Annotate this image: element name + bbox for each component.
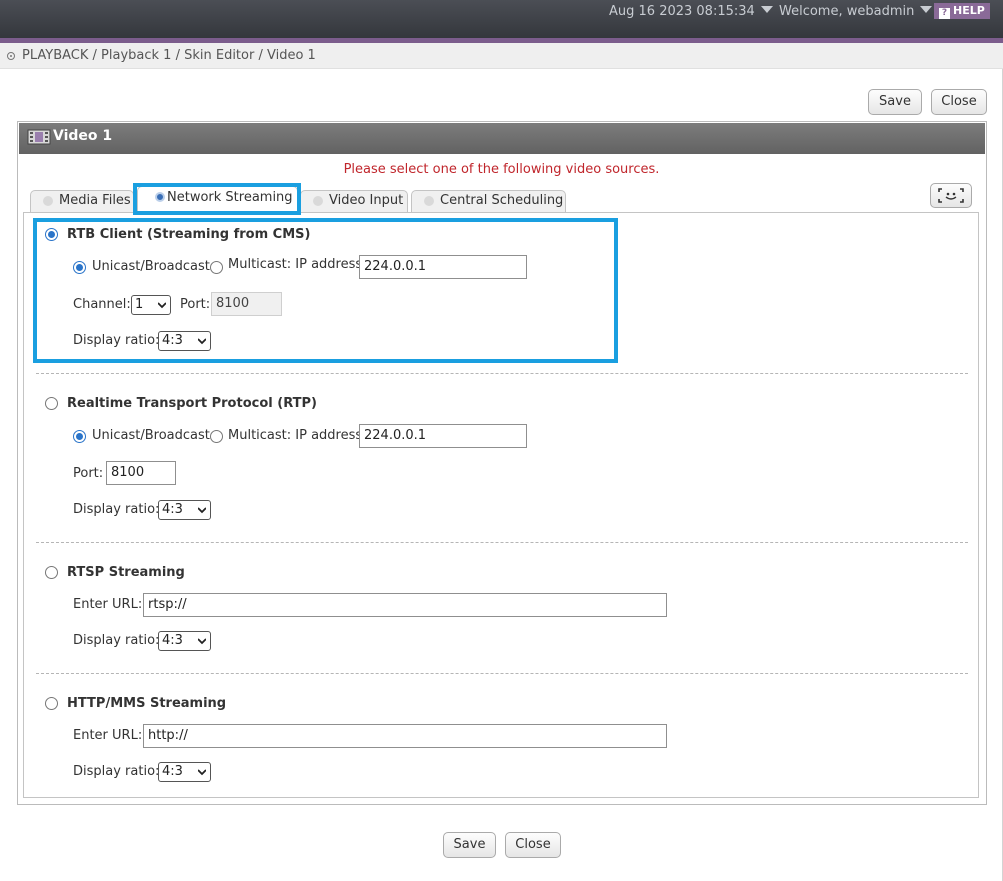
tab-baseline — [298, 212, 979, 213]
film-icon — [27, 129, 51, 145]
chevron-down-icon — [198, 507, 206, 514]
rtb-channel-value: 1 — [135, 297, 144, 312]
rtp-multicast-radio[interactable] — [210, 430, 223, 443]
rtsp-ratio-value: 4:3 — [162, 633, 183, 648]
rtb-display-ratio-label: Display ratio: — [73, 333, 160, 348]
radio-dot-icon — [313, 196, 323, 206]
http-ratio-value: 4:3 — [162, 764, 183, 779]
datetime-text: Aug 16 2023 08:15:34 — [609, 4, 755, 19]
welcome-text: Welcome, webadmin — [779, 4, 915, 19]
user-menu[interactable]: Welcome, webadmin — [779, 4, 933, 19]
rtsp-url-input[interactable]: rtsp:// — [143, 593, 667, 617]
radio-dot-icon — [155, 192, 165, 202]
rtb-port-input[interactable]: 8100 — [211, 292, 282, 316]
tab-label: Network Streaming — [167, 190, 293, 205]
question-icon: ? — [939, 8, 950, 19]
help-label: HELP — [953, 4, 985, 17]
datetime-menu[interactable]: Aug 16 2023 08:15:34 — [609, 4, 773, 19]
rtb-unicast-radio[interactable] — [73, 261, 86, 274]
chevron-down-icon — [920, 6, 933, 13]
breadcrumb: PLAYBACK / Playback 1 / Skin Editor / Vi… — [22, 48, 316, 63]
section-divider — [36, 542, 968, 543]
rtsp-display-ratio-select[interactable]: 4:3 — [158, 631, 211, 651]
rtb-client-radio[interactable] — [45, 228, 58, 241]
tab-network-streaming[interactable]: Network Streaming — [137, 186, 298, 213]
rtb-ip-address-input[interactable]: 224.0.0.1 — [359, 255, 527, 279]
fullscreen-button[interactable] — [930, 183, 972, 208]
http-url-label: Enter URL: — [73, 728, 143, 743]
rtp-ip-address-input[interactable]: 224.0.0.1 — [359, 424, 527, 448]
save-button-bottom[interactable]: Save — [443, 832, 496, 858]
http-display-ratio-select[interactable]: 4:3 — [158, 762, 211, 782]
tab-baseline — [23, 212, 137, 213]
rtb-multicast-radio[interactable] — [210, 261, 223, 274]
http-display-ratio-label: Display ratio: — [73, 764, 160, 779]
rtp-port-label: Port: — [73, 466, 104, 481]
tab-label: Central Scheduling — [440, 193, 564, 208]
radio-dot-icon — [43, 196, 53, 206]
tab-media-files[interactable]: Media Files — [30, 190, 134, 212]
chevron-down-icon — [198, 769, 206, 776]
instruction-text: Please select one of the following video… — [343, 162, 660, 177]
rtp-ratio-value: 4:3 — [162, 502, 183, 517]
chevron-down-icon — [198, 338, 206, 345]
chevron-down-icon — [760, 6, 773, 13]
http-url-input[interactable]: http:// — [143, 724, 667, 748]
rtp-unicast-label: Unicast/Broadcast — [92, 428, 210, 443]
rtb-channel-select[interactable]: 1 — [131, 295, 171, 315]
rtb-ratio-value: 4:3 — [162, 333, 183, 348]
chevron-down-icon — [158, 302, 166, 309]
rtp-unicast-radio[interactable] — [73, 430, 86, 443]
rtsp-radio[interactable] — [45, 566, 58, 579]
rtp-display-ratio-label: Display ratio: — [73, 502, 160, 517]
rtp-display-ratio-select[interactable]: 4:3 — [158, 500, 211, 520]
close-button-bottom[interactable]: Close — [505, 832, 561, 858]
rtb-client-title: RTB Client (Streaming from CMS) — [67, 227, 311, 242]
rtb-display-ratio-select[interactable]: 4:3 — [158, 331, 211, 351]
tab-label: Video Input — [329, 193, 404, 208]
tab-central-scheduling[interactable]: Central Scheduling — [411, 190, 566, 212]
rtp-radio[interactable] — [45, 397, 58, 410]
rtb-port-label: Port: — [180, 297, 211, 312]
rtp-port-input[interactable]: 8100 — [106, 461, 176, 485]
section-divider — [36, 373, 968, 374]
chevron-down-icon — [198, 638, 206, 645]
help-button[interactable]: ? HELP — [934, 3, 990, 19]
rtp-title: Realtime Transport Protocol (RTP) — [67, 396, 317, 411]
rtb-channel-label: Channel: — [73, 297, 131, 312]
rtsp-display-ratio-label: Display ratio: — [73, 633, 160, 648]
rtsp-title: RTSP Streaming — [67, 565, 185, 580]
rtb-unicast-label: Unicast/Broadcast — [92, 259, 210, 274]
panel-header — [19, 123, 985, 154]
fullscreen-icon — [938, 188, 964, 203]
http-mms-title: HTTP/MMS Streaming — [67, 696, 227, 711]
save-button-top[interactable]: Save — [868, 89, 922, 115]
radio-dot-icon — [424, 196, 434, 206]
panel-title: Video 1 — [53, 128, 113, 144]
http-mms-radio[interactable] — [45, 697, 58, 710]
breadcrumb-bullet-icon — [7, 52, 15, 60]
close-button-top[interactable]: Close — [931, 89, 987, 115]
tab-video-input[interactable]: Video Input — [300, 190, 408, 212]
tab-label: Media Files — [59, 193, 131, 208]
rtb-multicast-label: Multicast: IP address — [228, 257, 363, 272]
rtp-multicast-label: Multicast: IP address — [228, 428, 363, 443]
section-divider — [36, 673, 968, 674]
rtsp-url-label: Enter URL: — [73, 597, 143, 612]
